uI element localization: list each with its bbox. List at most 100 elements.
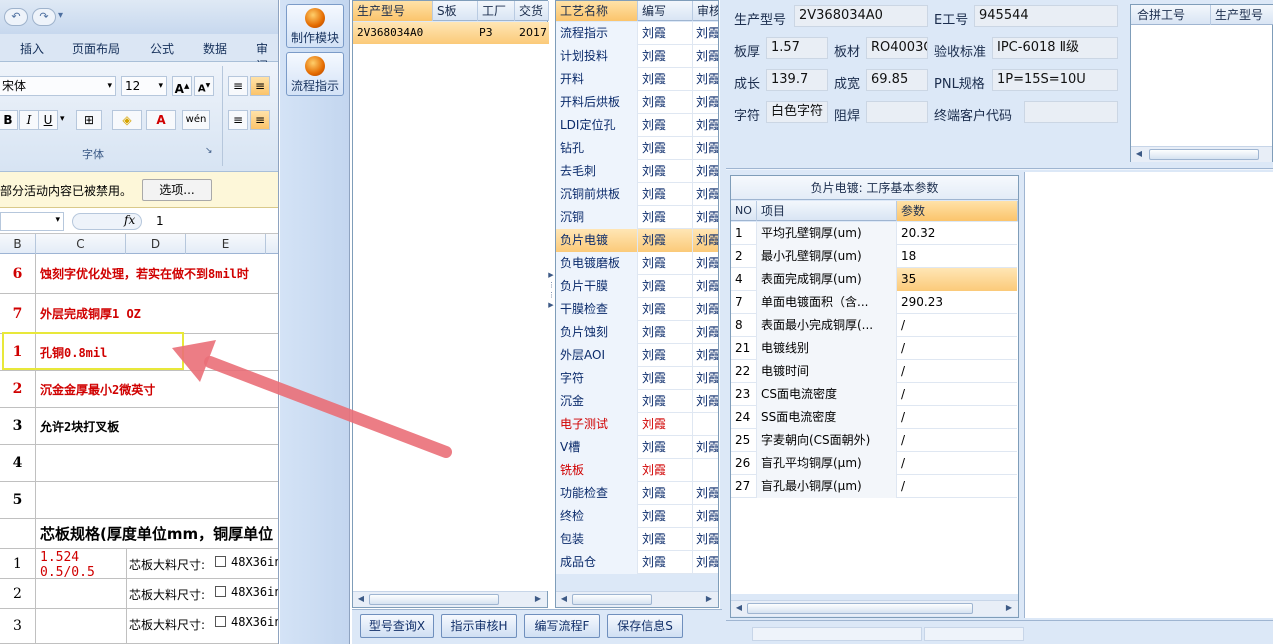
horizontal-scrollbar[interactable]: ◀ ▶ — [556, 591, 718, 607]
param-row[interactable]: 25 字麦朝向(CS面朝外) / — [731, 429, 1017, 452]
tab-data[interactable]: 数据 — [203, 40, 227, 57]
column-header-b[interactable]: B — [0, 234, 36, 254]
core-row[interactable]: 3 芯板大料尺寸: 48X36in — [0, 609, 278, 644]
param-value-cell[interactable]: / — [897, 314, 1017, 337]
column-header-delivery[interactable]: 交货 — [515, 1, 549, 21]
param-row[interactable]: 27 盲孔最小铜厚(μm) / — [731, 475, 1017, 498]
param-value-cell[interactable]: 20.32 — [897, 222, 1017, 245]
scroll-right-icon[interactable]: ▶ — [702, 592, 716, 606]
column-header-model[interactable]: 生产型号 — [353, 1, 433, 21]
process-row[interactable]: 计划投料 刘霞 刘霞 — [556, 45, 718, 68]
process-row[interactable]: 钻孔 刘霞 刘霞 — [556, 137, 718, 160]
name-box[interactable]: ▾ — [0, 212, 64, 231]
sheet-row[interactable]: 6 蚀刻字优化处理，若实在做不到8mil时 — [0, 254, 278, 294]
process-row[interactable]: 成品仓 刘霞 刘霞 — [556, 551, 718, 574]
column-header-d[interactable]: D — [126, 234, 186, 254]
process-row[interactable]: 沉金 刘霞 刘霞 — [556, 390, 718, 413]
make-module-button[interactable]: 制作模块 — [286, 4, 344, 48]
column-header-no[interactable]: NO — [731, 201, 757, 221]
splitter-handle[interactable]: ▶ ⋮ ⋮ ▶ — [548, 270, 555, 340]
process-row[interactable]: 开料后烘板 刘霞 刘霞 — [556, 91, 718, 114]
font-size-select[interactable]: 12 ▾ — [121, 76, 167, 96]
tab-insert[interactable]: 插入 — [20, 40, 44, 57]
thickness-field[interactable]: 1.57 — [766, 37, 828, 59]
shrink-font-button[interactable]: A▼ — [194, 76, 214, 96]
column-header-process[interactable]: 工艺名称 — [556, 1, 638, 21]
process-row[interactable]: 负电镀磨板 刘霞 刘霞 — [556, 252, 718, 275]
align-left-button[interactable]: ≡ — [228, 110, 248, 130]
grow-font-button[interactable]: A▲ — [172, 76, 192, 96]
param-value-cell[interactable]: / — [897, 360, 1017, 383]
process-row[interactable]: 干膜检查 刘霞 刘霞 — [556, 298, 718, 321]
param-value-cell[interactable]: 18 — [897, 245, 1017, 268]
column-header-c[interactable]: C — [36, 234, 126, 254]
underline-button[interactable]: U — [38, 110, 58, 130]
pnl-field[interactable]: 1P=15S=10U — [992, 69, 1118, 91]
process-row[interactable]: 负片电镀 刘霞 刘霞 — [556, 229, 718, 252]
column-header-checker[interactable]: 审核 — [693, 1, 718, 21]
align-middle-button[interactable]: ≡ — [250, 76, 270, 96]
column-header-merge-no[interactable]: 合拼工号 — [1131, 5, 1211, 25]
scroll-left-icon[interactable]: ◀ — [557, 592, 571, 606]
redo-button[interactable]: ↷ — [32, 8, 56, 26]
param-value-cell[interactable]: / — [897, 383, 1017, 406]
param-row[interactable]: 8 表面最小完成铜厚(... / — [731, 314, 1017, 337]
horizontal-scrollbar[interactable]: ◀ ▶ — [353, 591, 547, 607]
param-value-cell[interactable]: / — [897, 406, 1017, 429]
param-row[interactable]: 22 电镀时间 / — [731, 360, 1017, 383]
horizontal-scrollbar[interactable]: ◀ — [1131, 146, 1272, 162]
process-row[interactable]: 负片干膜 刘霞 刘霞 — [556, 275, 718, 298]
core-checkbox[interactable] — [215, 556, 226, 567]
scroll-right-icon[interactable]: ▶ — [1002, 601, 1016, 615]
sheet-row[interactable]: 3 允许2块打叉板 — [0, 408, 278, 445]
core-thickness[interactable]: 1.524 0.5/0.5 — [40, 550, 95, 578]
italic-button[interactable]: I — [19, 110, 39, 130]
scroll-thumb[interactable] — [369, 594, 499, 605]
param-row[interactable]: 1 平均孔壁铜厚(um) 20.32 — [731, 222, 1017, 245]
column-header-factory[interactable]: 工厂 — [478, 1, 515, 21]
tab-formulas[interactable]: 公式 — [150, 40, 174, 57]
core-size-value[interactable]: 48X36in — [231, 555, 278, 569]
core-size-value[interactable]: 48X36in — [231, 615, 278, 629]
sheet-row[interactable]: 7 外层完成铜厚1 OZ — [0, 294, 278, 334]
scroll-thumb[interactable] — [747, 603, 973, 614]
model-query-button[interactable]: 型号查询X — [360, 614, 434, 638]
process-instruction-button[interactable]: 流程指示 — [286, 52, 344, 96]
core-checkbox[interactable] — [215, 586, 226, 597]
param-row[interactable]: 2 最小孔壁铜厚(um) 18 — [731, 245, 1017, 268]
align-top-button[interactable]: ≡ — [228, 76, 248, 96]
column-header-e[interactable]: E — [186, 234, 266, 254]
font-color-button[interactable]: A — [146, 110, 176, 130]
table-row[interactable]: 2V368034A0 P3 2017 — [353, 22, 549, 44]
param-row[interactable]: 4 表面完成铜厚(um) 35 — [731, 268, 1017, 291]
process-row[interactable]: 沉铜前烘板 刘霞 刘霞 — [556, 183, 718, 206]
process-row[interactable]: 开料 刘霞 刘霞 — [556, 68, 718, 91]
border-button[interactable]: ⊞ — [76, 110, 102, 130]
eno-field[interactable]: 945544 — [974, 5, 1118, 27]
param-row[interactable]: 7 单面电镀面积（含... 290.23 — [731, 291, 1017, 314]
core-row[interactable]: 1 1.524 0.5/0.5 芯板大料尺寸: 48X36in — [0, 549, 278, 579]
scroll-thumb[interactable] — [1149, 149, 1259, 160]
sheet-cell[interactable]: 允许2块打叉板 — [40, 408, 119, 444]
horizontal-scrollbar[interactable]: ◀ ▶ — [731, 600, 1018, 616]
fx-icon[interactable]: fx — [124, 213, 135, 227]
param-value-cell[interactable]: 35 — [897, 268, 1017, 291]
standard-field[interactable]: IPC-6018 Ⅱ级 — [992, 37, 1118, 59]
mask-field[interactable] — [866, 101, 928, 123]
process-row[interactable]: 沉铜 刘霞 刘霞 — [556, 206, 718, 229]
process-row[interactable]: 字符 刘霞 刘霞 — [556, 367, 718, 390]
sheet-cell[interactable]: 沉金金厚最小2微英寸 — [40, 371, 155, 407]
param-row[interactable]: 23 CS面电流密度 / — [731, 383, 1017, 406]
param-value-cell[interactable]: / — [897, 452, 1017, 475]
column-header-value[interactable]: 参数 — [897, 201, 1018, 221]
model-field[interactable]: 2V368034A0 — [794, 5, 928, 27]
process-row[interactable]: LDI定位孔 刘霞 刘霞 — [556, 114, 718, 137]
process-row[interactable]: 流程指示 刘霞 刘霞 — [556, 22, 718, 45]
fill-color-button[interactable]: ◈ — [112, 110, 142, 130]
param-value-cell[interactable]: / — [897, 337, 1017, 360]
process-row[interactable]: 电子测试 刘霞 — [556, 413, 718, 436]
font-name-select[interactable]: 宋体 ▾ — [0, 76, 116, 96]
save-info-button[interactable]: 保存信息S — [607, 614, 683, 638]
char-field[interactable]: 白色字符 — [766, 101, 828, 123]
quick-access-dropdown-icon[interactable]: ▾ — [58, 10, 63, 21]
